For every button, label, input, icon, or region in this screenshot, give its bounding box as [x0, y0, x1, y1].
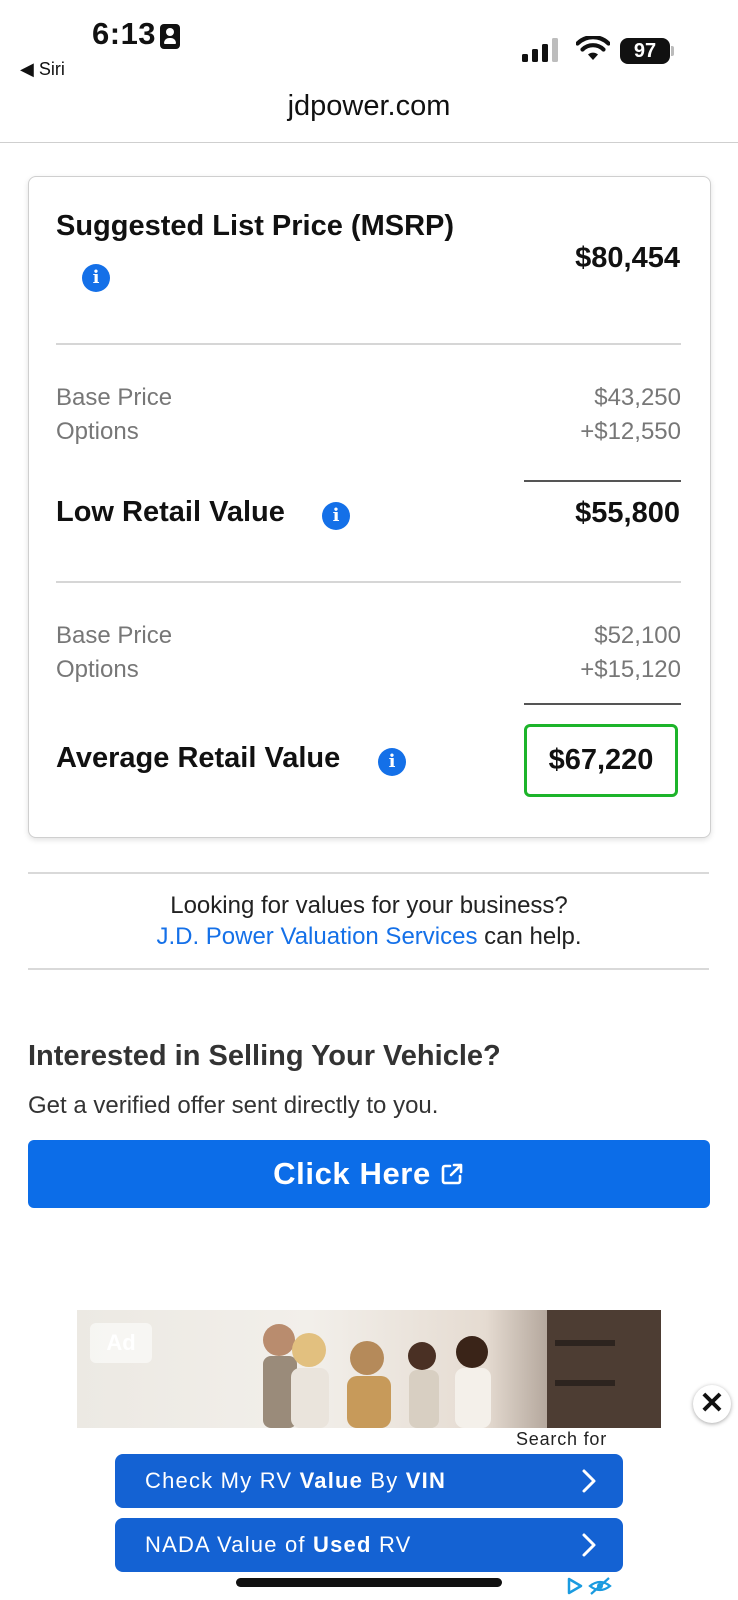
selling-title: Interested in Selling Your Vehicle?	[28, 1040, 501, 1072]
average-retail-value: $67,220	[524, 724, 678, 797]
low-retail-info-icon[interactable]: i	[322, 502, 350, 530]
msrp-value: $80,454	[575, 242, 680, 274]
msrp-info-icon[interactable]: i	[82, 264, 110, 292]
avg-base-price-value: $52,100	[594, 622, 681, 649]
avg-options-value: +$15,120	[580, 656, 681, 683]
ad-button-text: NADA Value of	[145, 1532, 314, 1557]
selling-subtitle: Get a verified offer sent directly to yo…	[28, 1092, 439, 1119]
ad-button-nada-used-rv[interactable]: NADA Value of Used RV	[115, 1518, 623, 1572]
low-retail-value: $55,800	[575, 497, 680, 529]
status-time: 6:13	[92, 16, 157, 51]
chevron-right-icon	[582, 1469, 596, 1493]
ad-button-check-rv-value[interactable]: Check My RV Value By VIN	[115, 1454, 623, 1508]
ad-banner-image[interactable]	[77, 1310, 661, 1428]
contact-card-icon	[160, 24, 180, 49]
search-for-label: Search for	[516, 1429, 608, 1449]
ad-button-bold-text: Value	[299, 1468, 364, 1493]
cellular-signal-icon	[522, 38, 562, 62]
divider	[28, 872, 709, 874]
ad-button-text: By	[363, 1468, 406, 1493]
external-link-icon	[441, 1163, 463, 1185]
low-base-price-value: $43,250	[594, 384, 681, 411]
avg-options-label: Options	[56, 656, 139, 683]
business-help-line: J.D. Power Valuation Services can help.	[0, 923, 738, 951]
valuation-services-link[interactable]: J.D. Power Valuation Services	[156, 923, 477, 950]
click-here-label: Click Here	[273, 1156, 431, 1191]
avg-base-price-label: Base Price	[56, 622, 173, 649]
sum-line	[524, 703, 681, 705]
wifi-icon	[576, 36, 610, 60]
close-icon[interactable]: ✕	[693, 1385, 731, 1423]
toolbar-divider	[0, 142, 738, 143]
back-to-siri-link[interactable]: ◀ Siri	[20, 59, 65, 80]
ad-button-text: RV	[371, 1532, 412, 1557]
low-retail-label: Low Retail Value	[56, 496, 285, 528]
low-options-value: +$12,550	[580, 418, 681, 445]
ad-button-bold-text: VIN	[405, 1468, 447, 1493]
battery-level: 97	[620, 38, 670, 64]
business-prompt: Looking for values for your business?	[170, 892, 568, 919]
average-retail-info-icon[interactable]: i	[378, 748, 406, 776]
address-bar-url[interactable]: jdpower.com	[0, 90, 738, 123]
ad-button-bold-text: Used	[313, 1532, 372, 1557]
click-here-button[interactable]: Click Here	[28, 1140, 710, 1208]
msrp-label: Suggested List Price (MSRP)	[56, 210, 455, 242]
ad-button-text: Check My RV	[145, 1468, 300, 1493]
ad-people-photo	[263, 1310, 661, 1428]
ad-badge: Ad	[90, 1323, 152, 1363]
adchoices-icon[interactable]	[566, 1576, 614, 1596]
battery-tip-icon	[671, 46, 674, 56]
average-retail-label: Average Retail Value	[56, 742, 341, 774]
business-help-suffix: can help.	[477, 923, 582, 950]
divider	[28, 968, 709, 970]
sum-line	[524, 480, 681, 482]
section-divider	[56, 343, 681, 345]
low-base-price-label: Base Price	[56, 384, 173, 411]
home-indicator	[236, 1578, 502, 1587]
chevron-right-icon	[582, 1533, 596, 1557]
low-options-label: Options	[56, 418, 139, 445]
section-divider	[56, 581, 681, 583]
